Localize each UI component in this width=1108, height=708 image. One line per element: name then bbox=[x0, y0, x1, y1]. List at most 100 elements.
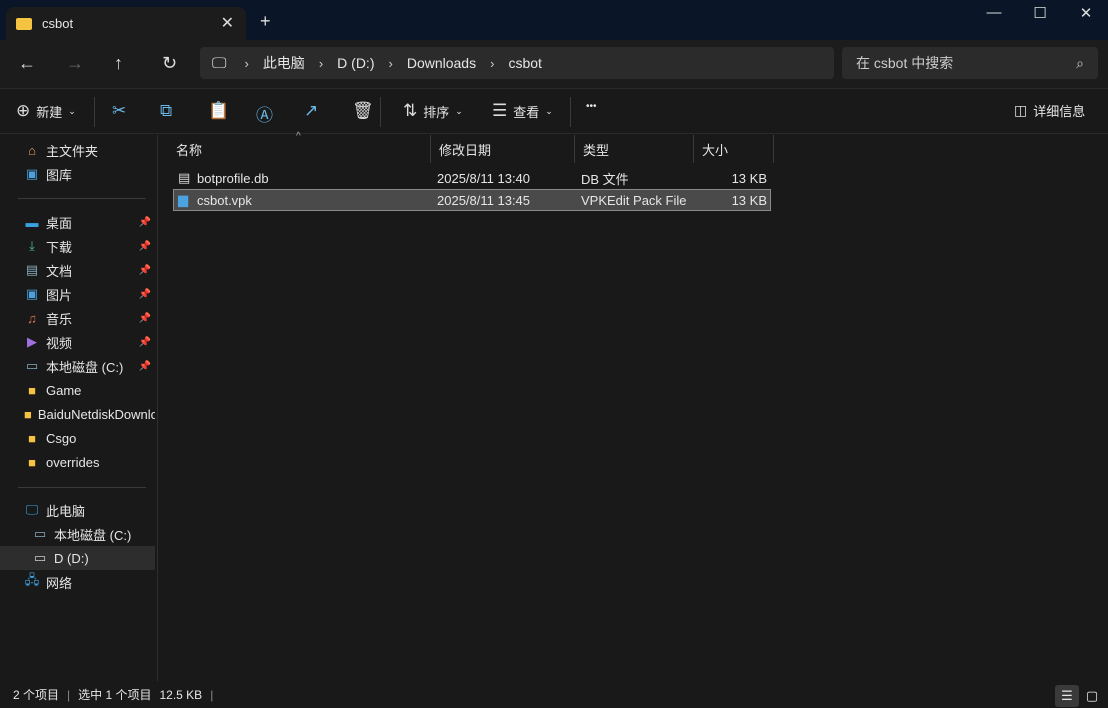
details-button[interactable]: ◫ 详细信息 bbox=[1014, 101, 1085, 120]
sidebar-item-downloads[interactable]: ⤓ 下载 📌 bbox=[0, 234, 155, 258]
sidebar-item-label: 视频 bbox=[46, 335, 73, 351]
title-bar: csbot ✕ + — ☐ ✕ bbox=[0, 0, 1108, 40]
sidebar-item-gallery[interactable]: ▣ 图库 bbox=[0, 162, 155, 186]
divider bbox=[380, 97, 381, 127]
back-button[interactable]: ← bbox=[18, 53, 36, 74]
file-icon: ▤ bbox=[178, 170, 191, 185]
selected-size: 12.5 KB bbox=[159, 687, 203, 702]
folder-icon: ■ bbox=[28, 454, 36, 470]
copy-button[interactable]: ⧉ bbox=[160, 101, 172, 121]
sort-icon: ⇅ bbox=[403, 101, 418, 120]
sidebar-item-pictures[interactable]: ▣ 图片 📌 bbox=[0, 282, 155, 306]
details-pane-icon: ◫ bbox=[1014, 102, 1028, 118]
column-header-type[interactable]: 类型 bbox=[575, 135, 694, 163]
sidebar-item-music[interactable]: ♫ 音乐 📌 bbox=[0, 306, 155, 330]
paste-button[interactable]: 📋 bbox=[208, 101, 229, 121]
sidebar-item-label: 网络 bbox=[46, 575, 73, 591]
status-bar: 2 个项目 | 选中 1 个项目 12.5 KB | bbox=[0, 681, 1108, 708]
close-tab-button[interactable]: ✕ bbox=[221, 13, 234, 33]
file-list: ^ 名称 修改日期 类型 大小 ▤ botprofile.db 2025/8/1… bbox=[160, 131, 1108, 681]
minimize-button[interactable]: — bbox=[971, 4, 1017, 21]
download-icon: ⤓ bbox=[29, 238, 35, 253]
vpk-file-icon: ▆ bbox=[178, 192, 188, 207]
sidebar-item-c-drive[interactable]: ▭ 本地磁盘 (C:) 📌 bbox=[0, 354, 155, 378]
tab-csbot[interactable]: csbot ✕ bbox=[6, 7, 246, 40]
navigation-pane: ⌂ 主文件夹 ▣ 图库 ▬ 桌面 📌 ⤓ 下载 📌 ▤ 文档 📌 ▣ 图片 📌 ♫ 音乐 📌 ▶ 视频 📌 … bbox=[0, 135, 158, 681]
column-header-date[interactable]: 修改日期 bbox=[431, 135, 575, 163]
sidebar-item-home[interactable]: ⌂ 主文件夹 bbox=[0, 138, 155, 162]
rename-button[interactable]: Ⓐ bbox=[256, 101, 273, 126]
sidebar-item-documents[interactable]: ▤ 文档 📌 bbox=[0, 258, 155, 282]
sort-label: 排序 bbox=[423, 104, 450, 120]
file-row[interactable]: ▤ botprofile.db 2025/8/11 13:40 DB 文件 13… bbox=[173, 167, 771, 189]
cut-button[interactable]: ✂ bbox=[112, 101, 126, 121]
search-input[interactable]: 在 csbot 中搜索 ⌕ bbox=[842, 47, 1098, 79]
column-header-size[interactable]: 大小 bbox=[694, 135, 774, 163]
document-icon: ▤ bbox=[25, 262, 39, 277]
search-icon: ⌕ bbox=[1076, 54, 1084, 71]
sidebar-item-game[interactable]: ■ Game bbox=[0, 378, 155, 402]
breadcrumb-this-pc[interactable]: 此电脑 bbox=[253, 53, 315, 73]
sidebar-item-this-pc[interactable]: 🖵 此电脑 bbox=[0, 498, 155, 522]
trash-icon: 🗑 bbox=[352, 101, 374, 120]
file-type: VPKEdit Pack File bbox=[581, 192, 687, 208]
pictures-icon: ▣ bbox=[25, 286, 39, 301]
home-icon: ⌂ bbox=[28, 142, 36, 158]
sidebar-item-csgo[interactable]: ■ Csgo bbox=[0, 426, 155, 450]
selected-count: 选中 1 个项目 bbox=[78, 688, 152, 702]
paste-icon: 📋 bbox=[208, 101, 230, 120]
sidebar-item-network[interactable]: 🖧 网络 bbox=[0, 570, 155, 594]
column-header-name[interactable]: 名称 bbox=[168, 135, 431, 163]
sidebar-item-videos[interactable]: ▶ 视频 📌 bbox=[0, 330, 155, 354]
up-button[interactable]: ↑ bbox=[114, 53, 123, 74]
sidebar-item-overrides[interactable]: ■ overrides bbox=[0, 450, 155, 474]
sidebar-item-label: 音乐 bbox=[46, 311, 73, 327]
list-icon: ☰ bbox=[492, 101, 508, 120]
sidebar-item-label: 图库 bbox=[46, 167, 73, 183]
share-button[interactable]: ↗ bbox=[304, 101, 318, 121]
sidebar-item-desktop[interactable]: ▬ 桌面 📌 bbox=[0, 210, 155, 234]
breadcrumb[interactable]: 🖵 › 此电脑 › D (D:) › Downloads › csbot bbox=[200, 47, 834, 79]
video-icon: ▶ bbox=[27, 334, 37, 349]
command-bar: ⊕ 新建 ⌄ ✂ ⧉ 📋 Ⓐ ↗ 🗑 ⇅ 排序 ⌄ ☰ 查看 ⌄ ••• ◫ 详细信息 bbox=[0, 88, 1108, 134]
divider bbox=[570, 97, 571, 127]
new-button[interactable]: ⊕ 新建 ⌄ bbox=[16, 101, 76, 121]
sidebar-item-label: overrides bbox=[46, 454, 100, 470]
gallery-icon: ▣ bbox=[25, 166, 39, 181]
tiles-view-icon: ▢ bbox=[1085, 688, 1099, 703]
sidebar-item-d-drive[interactable]: ▭ D (D:) bbox=[0, 546, 155, 570]
desktop-icon: ▬ bbox=[25, 214, 39, 230]
details-view-button[interactable]: ☰ bbox=[1055, 685, 1079, 707]
tiles-view-button[interactable]: ▢ bbox=[1080, 685, 1104, 707]
sidebar-item-baidunetdisk[interactable]: ■ BaiduNetdiskDownload bbox=[0, 402, 155, 426]
network-icon: 🖧 bbox=[24, 572, 40, 587]
sidebar-item-c-drive[interactable]: ▭ 本地磁盘 (C:) bbox=[0, 522, 155, 546]
maximize-button[interactable]: ☐ bbox=[1017, 4, 1063, 22]
breadcrumb-csbot[interactable]: csbot bbox=[498, 55, 551, 71]
pin-icon: 📌 bbox=[138, 240, 151, 252]
more-button[interactable]: ••• bbox=[586, 101, 597, 112]
view-button[interactable]: ☰ 查看 ⌄ bbox=[492, 101, 553, 121]
file-row[interactable]: ▆ csbot.vpk 2025/8/11 13:45 VPKEdit Pack… bbox=[173, 189, 771, 211]
pin-icon: 📌 bbox=[138, 312, 151, 324]
pin-icon: 📌 bbox=[138, 264, 151, 276]
delete-button[interactable]: 🗑 bbox=[352, 101, 374, 121]
breadcrumb-d-drive[interactable]: D (D:) bbox=[327, 55, 384, 71]
folder-icon: ■ bbox=[24, 406, 32, 422]
divider bbox=[94, 97, 95, 127]
sort-button[interactable]: ⇅ 排序 ⌄ bbox=[403, 101, 463, 121]
drive-icon: ▭ bbox=[25, 358, 39, 373]
forward-button[interactable]: → bbox=[66, 53, 84, 74]
refresh-button[interactable]: ↻ bbox=[162, 53, 177, 74]
share-icon: ↗ bbox=[304, 101, 319, 120]
column-label: 名称 bbox=[176, 142, 203, 158]
sidebar-item-label: Csgo bbox=[46, 430, 77, 446]
new-tab-button[interactable]: + bbox=[260, 11, 271, 32]
sidebar-item-label: 主文件夹 bbox=[46, 143, 99, 159]
sidebar-item-label: 本地磁盘 (C:) bbox=[46, 359, 124, 375]
item-count: 2 个项目 bbox=[13, 688, 60, 702]
breadcrumb-downloads[interactable]: Downloads bbox=[397, 55, 486, 71]
close-window-button[interactable]: ✕ bbox=[1063, 4, 1108, 22]
file-name: botprofile.db bbox=[197, 170, 269, 186]
folder-icon bbox=[16, 17, 32, 30]
